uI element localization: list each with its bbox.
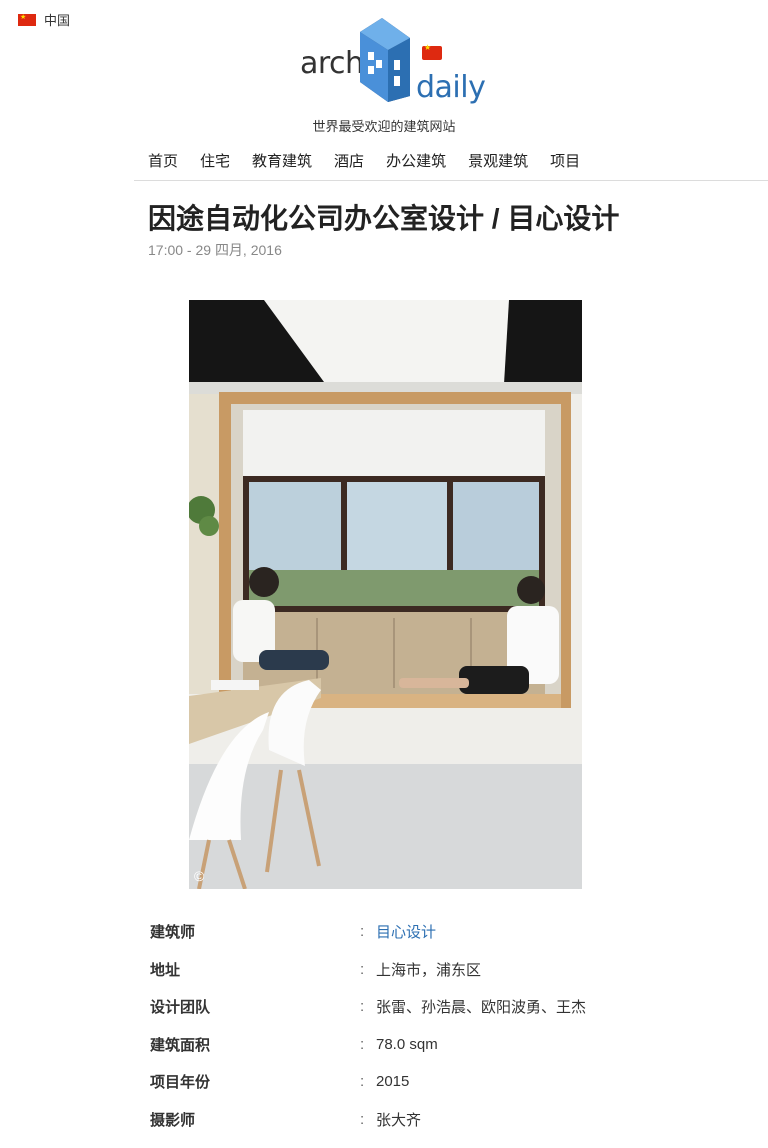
article-title: 因途自动化公司办公室设计 / 目心设计 [148, 203, 620, 234]
detail-value: 张大齐 [376, 1111, 422, 1129]
main-nav: 首页 住宅 教育建筑 酒店 办公建筑 景观建筑 项目 [148, 150, 602, 171]
detail-row-design-team: 设计团队 : 张雷、孙浩晨、欧阳波勇、王杰 [150, 988, 710, 1026]
detail-row-year: 项目年份 : 2015 [150, 1063, 710, 1101]
detail-colon: : [360, 1035, 365, 1053]
detail-row-architect: 建筑师 : 目心设计 [150, 913, 710, 951]
detail-row-photographer: 摄影师 : 张大齐 [150, 1101, 710, 1139]
article-date: 17:00 - 29 四月, 2016 [148, 242, 282, 258]
detail-value: 张雷、孙浩晨、欧阳波勇、王杰 [376, 999, 587, 1017]
china-flag-icon [18, 12, 36, 26]
nav-item-residential[interactable]: 住宅 [200, 150, 230, 171]
detail-colon: : [360, 1110, 365, 1128]
nav-divider [134, 180, 768, 181]
photo-copyright-icon[interactable]: © [194, 868, 204, 884]
locale-label: 中国 [44, 13, 71, 28]
project-photo[interactable]: © [189, 300, 582, 889]
detail-label: 设计团队 [150, 999, 211, 1017]
detail-label: 建筑面积 [150, 1036, 211, 1054]
project-details: 建筑师 : 目心设计 地址 : 上海市，浦东区 设计团队 : 张雷、孙浩晨、欧阳… [150, 913, 710, 1138]
building-logo-icon [360, 18, 410, 102]
detail-colon: : [360, 998, 365, 1016]
nav-item-office[interactable]: 办公建筑 [386, 150, 446, 171]
nav-item-home[interactable]: 首页 [148, 150, 178, 171]
detail-label: 项目年份 [150, 1074, 211, 1092]
office-window-seat-image [189, 300, 582, 889]
nav-item-education[interactable]: 教育建筑 [252, 150, 312, 171]
detail-value: 上海市，浦东区 [376, 961, 482, 979]
detail-colon: : [360, 1073, 365, 1091]
logo-word-daily: daily [416, 70, 486, 105]
architect-link[interactable]: 目心设计 [376, 921, 436, 942]
detail-value: 2015 [376, 1073, 410, 1091]
detail-label: 建筑师 [150, 924, 196, 942]
nav-item-hotel[interactable]: 酒店 [334, 150, 364, 171]
nav-item-projects[interactable]: 项目 [550, 150, 580, 171]
logo-word-arch: arch [300, 46, 364, 81]
logo-china-flag-icon [422, 43, 442, 60]
detail-colon: : [360, 960, 365, 978]
detail-colon: : [360, 923, 365, 941]
archdaily-logo[interactable]: arch daily [300, 16, 486, 108]
nav-item-landscape[interactable]: 景观建筑 [468, 150, 528, 171]
detail-label: 地址 [150, 961, 181, 979]
detail-row-area: 建筑面积 : 78.0 sqm [150, 1026, 710, 1064]
detail-label: 摄影师 [150, 1111, 196, 1129]
detail-row-location: 地址 : 上海市，浦东区 [150, 951, 710, 989]
site-tagline: 世界最受欢迎的建筑网站 [312, 119, 456, 134]
detail-value: 78.0 sqm [376, 1035, 438, 1053]
locale-selector[interactable]: 中国 [18, 10, 70, 29]
